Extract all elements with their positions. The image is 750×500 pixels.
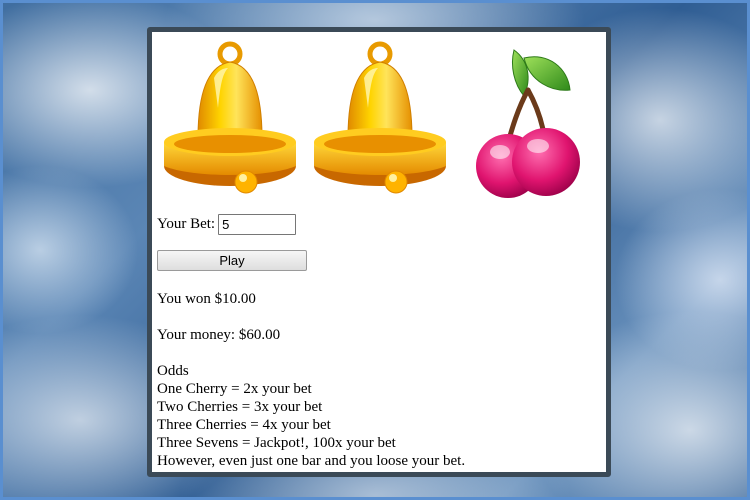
bet-label: Your Bet:	[157, 216, 216, 232]
reel-3-cherry-icon	[458, 38, 602, 198]
odds-line: One Cherry = 2x your bet	[157, 381, 312, 397]
odds-line: Three Cherries = 4x your bet	[157, 417, 331, 433]
odds-title: Odds	[157, 363, 189, 379]
reel-1-bell-icon	[158, 38, 302, 198]
odds-line: Three Sevens = Jackpot!, 100x your bet	[157, 435, 396, 451]
odds-line: However, even just one bar and you loose…	[157, 453, 466, 469]
bell-icon	[314, 41, 446, 194]
play-button[interactable]: Play	[157, 250, 307, 271]
slot-machine-panel: Your Bet: Play You won $10.00 Your money…	[147, 27, 611, 477]
cherry-icon	[476, 49, 580, 198]
bet-input[interactable]	[218, 213, 297, 235]
reel-2-bell-icon	[308, 38, 452, 198]
reels	[158, 38, 598, 198]
odds-line: Two Cherries = 3x your bet	[157, 399, 323, 415]
bell-icon	[164, 41, 296, 194]
odds-section: Odds One Cherry = 2x your bet Two Cherri…	[157, 362, 597, 470]
money-text: Your money: $60.00	[157, 327, 281, 343]
bet-row: Your Bet:	[157, 212, 597, 236]
game-controls: Your Bet: Play You won $10.00 Your money…	[157, 212, 597, 470]
result-text: You won $10.00	[157, 291, 256, 307]
